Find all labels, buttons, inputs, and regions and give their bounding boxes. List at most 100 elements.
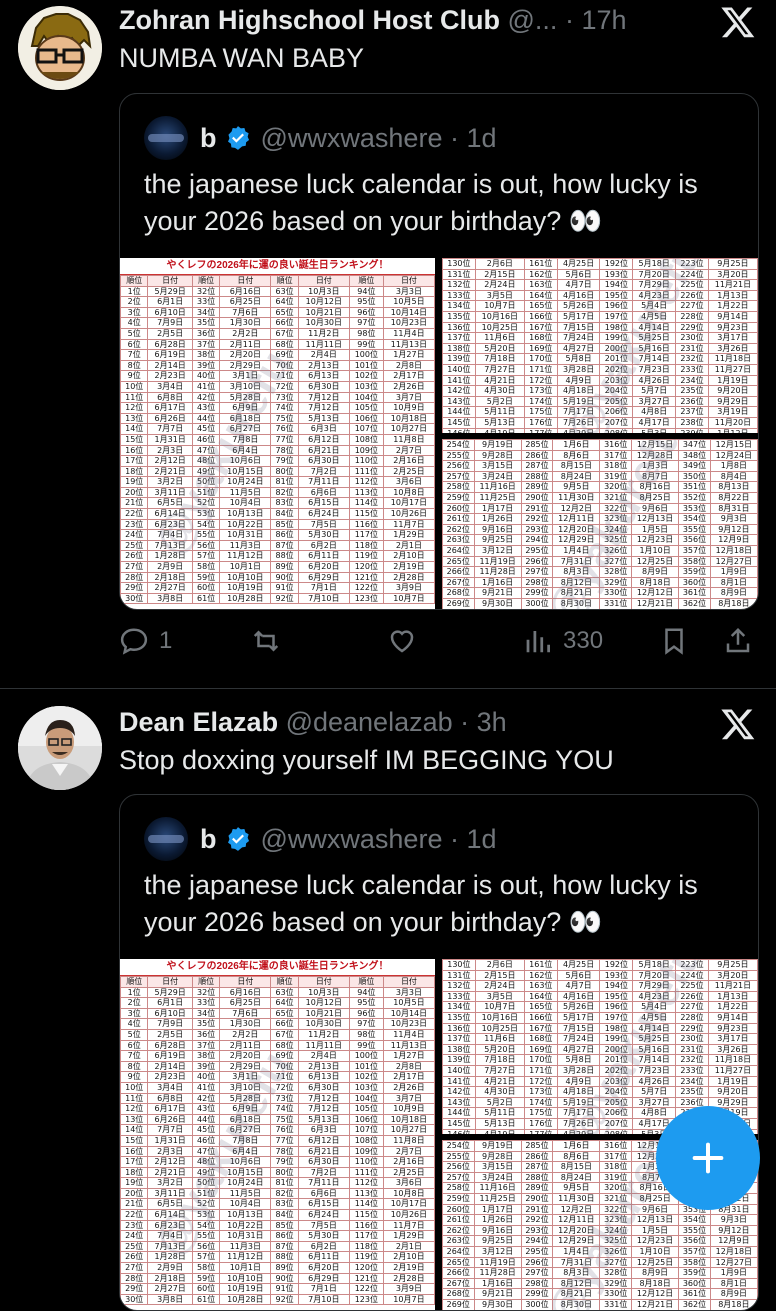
calendar-cell: 90位: [270, 1272, 299, 1285]
calendar-cell: 41位: [191, 1081, 221, 1094]
calendar-cell: 164位: [523, 990, 558, 1003]
author-name[interactable]: Dean Elazab: [119, 707, 278, 737]
calendar-cell: 102位: [348, 1071, 384, 1083]
calendar-cell: 2月4日: [297, 1050, 350, 1062]
calendar-table: 順位 日付 順位 日付 順位 日付 順位 日付 1位 5月29日 32位 6月16日 63位 10月3日 9…: [120, 976, 435, 1306]
calendar-cell: 18位: [120, 465, 149, 478]
calendar-cell: 4月17日: [632, 416, 677, 429]
author-name[interactable]: Zohran Highschool Host Club: [119, 5, 500, 35]
calendar-cell: 107位: [348, 423, 384, 435]
calendar-row: 4位 7月9日 35位 1月30日 66位 10月30日 97位 10月23日: [120, 317, 435, 329]
calendar-cell: 2月5日: [147, 1028, 193, 1041]
calendar-cell: 34位: [191, 1007, 221, 1020]
calendar-image-left[interactable]: やくレフの2026年に運の良い誕生日ランキング！ 順位 日付 順位 日付 順位 日付 順位日…: [120, 959, 435, 1310]
calendar-cell: 9月5日: [552, 1182, 601, 1194]
calendar-cell: 10月28日: [219, 1293, 272, 1306]
calendar-cell: 7月2日: [297, 465, 350, 478]
calendar-cell: 9月25日: [473, 1235, 522, 1247]
calendar-cell: 2月15日: [474, 268, 525, 281]
quote-author-name[interactable]: b: [200, 824, 217, 855]
tweet-2[interactable]: Dean Elazab @deanelazab · 3h Stop doxxin…: [0, 702, 776, 1311]
quote-timestamp[interactable]: 1d: [466, 824, 496, 855]
calendar-cell: 230位: [675, 332, 709, 344]
calendar-cell: 6月26日: [147, 1113, 193, 1126]
calendar-cell: 10月7日: [382, 592, 435, 605]
calendar-cell: 234位: [675, 1075, 709, 1088]
calendar-cell: 4月21日: [474, 1075, 525, 1088]
calendar-cell: 25位: [120, 1240, 149, 1253]
calendar-image-left[interactable]: やくレフの2026年に運の良い誕生日ランキング！ 順位 日付 順位 日付 順位 日付 順位日…: [120, 258, 435, 609]
compose-post-button[interactable]: [656, 1106, 760, 1210]
reply-button[interactable]: 1: [119, 621, 172, 661]
calendar-cell: 10月19日: [219, 582, 272, 594]
calendar-cell: 7月6日: [219, 1007, 272, 1020]
calendar-cell: 91位: [270, 582, 299, 594]
calendar-cell: 194位: [599, 980, 634, 992]
views-button[interactable]: 330: [523, 621, 603, 661]
author-handle[interactable]: @...: [508, 5, 558, 35]
calendar-cell: 355位: [678, 1224, 711, 1237]
quote-author-handle[interactable]: @wwxwashere: [261, 824, 443, 855]
calendar-header-cell: 順位: [348, 976, 384, 988]
calendar-cell: 2月9日: [147, 561, 193, 573]
tweet-1[interactable]: Zohran Highschool Host Club @... · 17h N…: [0, 0, 776, 690]
calendar-cell: 269位: [442, 597, 475, 609]
separator-dot: ·: [564, 5, 574, 35]
calendar-row: 5位 2月5日 36位 2月2日 67位 11月2日 98位 11月4日: [120, 327, 435, 340]
calendar-cell: 9月12日: [709, 1224, 758, 1237]
calendar-header-cell: 日付: [382, 275, 435, 287]
quote-tweet[interactable]: b @wwxwashere · 1d the japanese luck cal…: [119, 93, 759, 610]
share-button[interactable]: [723, 621, 753, 661]
avatar[interactable]: [18, 6, 102, 90]
calendar-cell: 16位: [120, 444, 149, 457]
quote-author-handle[interactable]: @wwxwashere: [261, 123, 443, 154]
calendar-cell: 6月19日: [147, 1050, 193, 1062]
calendar-cell: 331位: [599, 597, 632, 609]
calendar-cell: 6月13日: [297, 370, 350, 382]
calendar-cell: 9月3日: [709, 513, 758, 525]
timestamp[interactable]: 17h: [581, 5, 626, 35]
divider: [0, 688, 776, 689]
calendar-cell: 11月27日: [707, 1064, 758, 1077]
calendar-cell: 3月4日: [147, 1081, 193, 1094]
calendar-cell: 3月26日: [707, 1043, 758, 1056]
quote-avatar[interactable]: [144, 817, 188, 861]
calendar-cell: 58位: [191, 561, 221, 573]
calendar-cell: 2月28日: [382, 571, 435, 584]
calendar-cell: 121位: [348, 571, 384, 584]
calendar-cell: 132位: [442, 980, 476, 992]
calendar-cell: 5月11日: [474, 406, 525, 418]
calendar-cell: 111位: [348, 1166, 384, 1179]
calendar-row: 137位 11月6日 168位 7月24日 199位 5月25日 230位 3月17日: [442, 1033, 758, 1045]
calendar-cell: 10位: [120, 380, 149, 393]
calendar-cell: 193位: [599, 268, 634, 281]
calendar-cell: 9位: [120, 1071, 149, 1083]
calendar-image-right-top[interactable]: 130位 2月6日 161位 4月25日 192位 5月18日 223位 9月25日 131位 2…: [442, 258, 758, 433]
calendar-cell: 6月25日: [219, 296, 272, 308]
avatar[interactable]: [18, 706, 102, 790]
calendar-cell: 285位: [520, 1140, 554, 1152]
calendar-cell: 5月2日: [474, 395, 525, 408]
calendar-cell: 108位: [348, 1134, 384, 1147]
calendar-cell: 163位: [523, 279, 558, 291]
bookmark-button[interactable]: [659, 621, 689, 661]
author-handle[interactable]: @deanelazab: [286, 707, 453, 737]
calendar-row: 258位11月16日289位9月5日320位8月16日351位8月13日: [442, 481, 758, 493]
calendar-cell: 18位: [120, 1166, 149, 1179]
calendar-cell: 19位: [120, 476, 149, 488]
calendar-cell: 2月19日: [382, 1262, 435, 1274]
timestamp[interactable]: 3h: [477, 707, 507, 737]
calendar-cell: 9月25日: [707, 258, 758, 270]
like-button[interactable]: [387, 621, 417, 661]
retweet-button[interactable]: [251, 621, 281, 661]
calendar-row: 15位 1月31日 46位 7月8日 77位 6月12日 108位 11月8日: [120, 433, 435, 446]
calendar-cell: 2月9日: [147, 1262, 193, 1274]
calendar-image-right-bottom[interactable]: 254位9月19日285位1月6日316位12月15日347位12月15日255…: [442, 439, 758, 609]
quote-avatar[interactable]: [144, 116, 188, 160]
quote-timestamp[interactable]: 1d: [466, 123, 496, 154]
quote-tweet[interactable]: b @wwxwashere · 1d the japanese luck cal…: [119, 794, 759, 1311]
quote-author-name[interactable]: b: [200, 123, 217, 154]
calendar-cell: 4月30日: [474, 1086, 525, 1098]
calendar-cell: 79位: [270, 455, 299, 467]
calendar-cell: 6月3日: [297, 1124, 350, 1136]
